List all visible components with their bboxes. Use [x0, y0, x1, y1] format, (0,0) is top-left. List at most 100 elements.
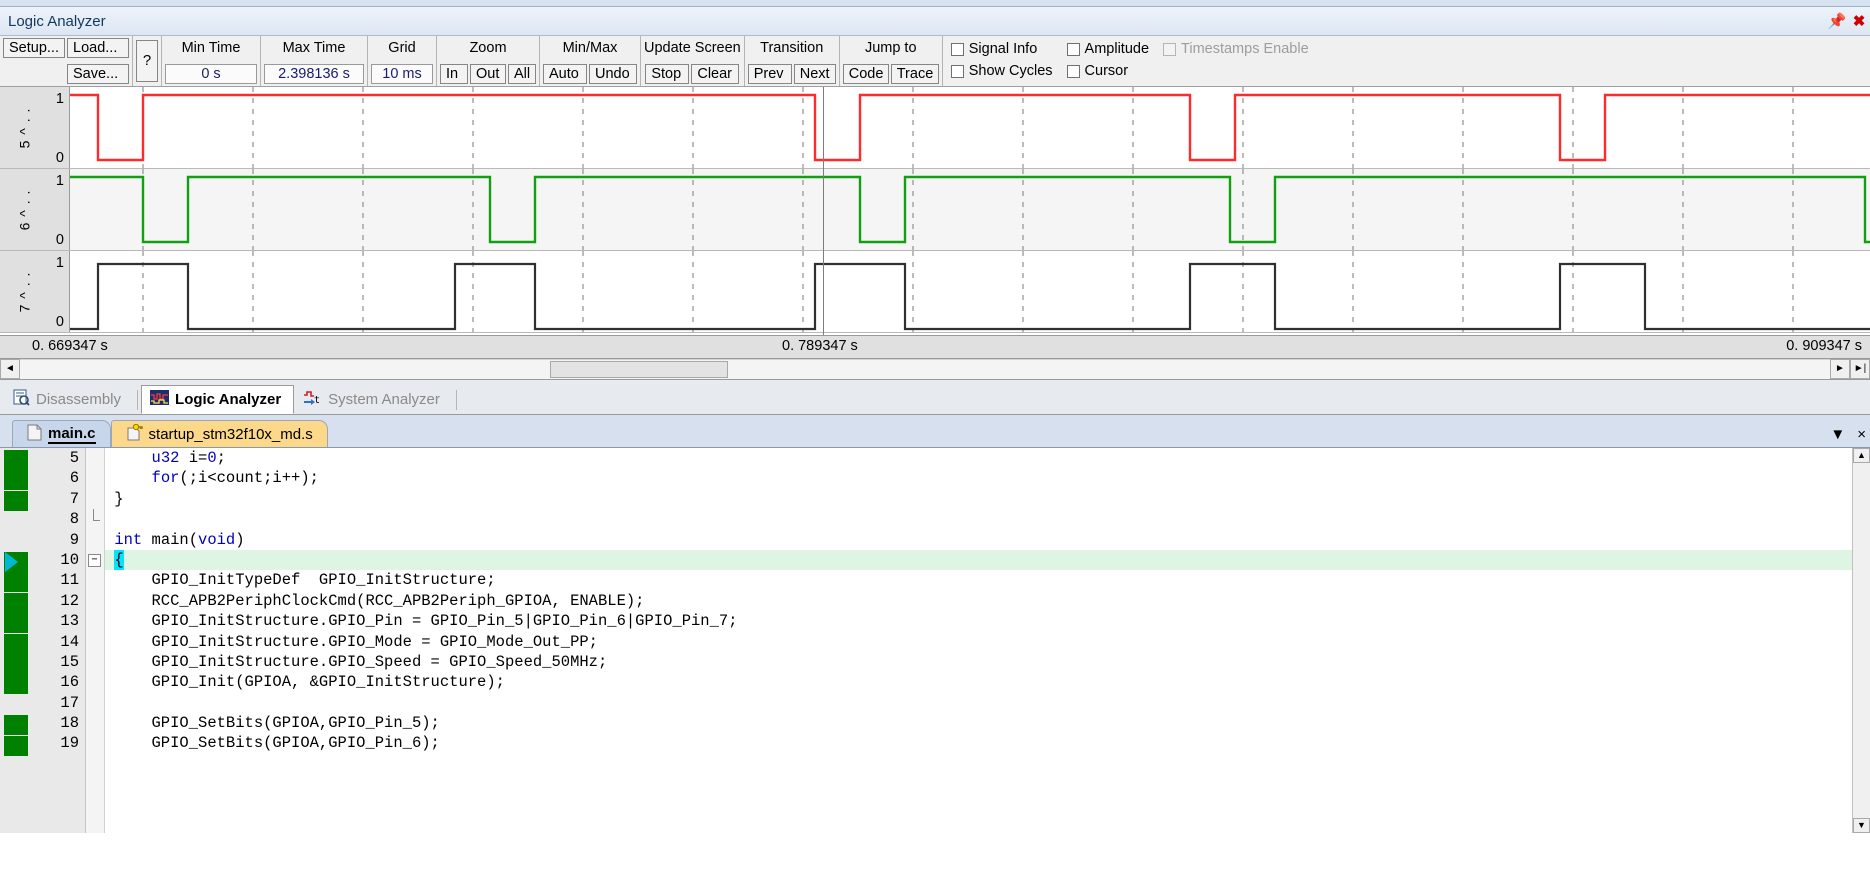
show-cycles-checkbox-row[interactable]: Show Cycles — [950, 61, 1053, 81]
jump-to-trace-button[interactable]: Trace — [890, 64, 939, 84]
scroll-right-button[interactable]: ► — [1830, 359, 1850, 379]
chevron-down-icon[interactable]: ▼ — [1830, 426, 1845, 443]
waveform-svg-ch6 — [70, 169, 1870, 250]
pin-icon[interactable]: 📌 — [1826, 12, 1848, 30]
update-screen-group: Update Screen Stop Clear — [641, 36, 745, 86]
code-line[interactable] — [105, 509, 1852, 529]
max-time-field[interactable]: 2.398136 s — [264, 64, 364, 84]
scroll-end-button[interactable]: ►| — [1850, 359, 1870, 379]
min-time-field[interactable]: 0 s — [165, 64, 257, 84]
scroll-thumb[interactable] — [550, 361, 728, 378]
waveform-plot-ch7[interactable] — [70, 251, 1870, 332]
code-text[interactable]: u32 i=0; for(;i<count;i++); } int main(v… — [105, 448, 1852, 833]
breakpoint-marker[interactable] — [4, 470, 28, 491]
fold-cell[interactable]: − — [86, 550, 104, 570]
editor-tab-main-c[interactable]: main.c — [12, 420, 111, 447]
signal-info-checkbox[interactable] — [950, 42, 964, 56]
code-line[interactable]: GPIO_Init(GPIOA, &GPIO_InitStructure); — [105, 672, 1852, 692]
close-icon[interactable]: ✖ — [1848, 12, 1870, 30]
scroll-down-button[interactable]: ▼ — [1853, 818, 1870, 833]
zoom-out-button[interactable]: Out — [470, 64, 506, 84]
waveform-row-ch5[interactable]: 5 ^ . . 1 0 — [0, 87, 1870, 169]
timestamps-spacer — [1163, 61, 1309, 81]
fold-cell — [86, 591, 104, 611]
cursor-checkbox-row[interactable]: Cursor — [1066, 61, 1149, 81]
cursor-line[interactable] — [823, 87, 824, 335]
tab-disassembly[interactable]: Disassembly — [4, 385, 134, 414]
amplitude-checkbox-row[interactable]: Amplitude — [1066, 39, 1149, 59]
close-icon[interactable]: × — [1857, 426, 1866, 443]
minmax-undo-button[interactable]: Undo — [589, 64, 637, 84]
zoom-all-button[interactable]: All — [508, 64, 536, 84]
transition-prev-button[interactable]: Prev — [747, 64, 792, 84]
signal-info-checkbox-row[interactable]: Signal Info — [950, 39, 1053, 59]
breakpoint-marker[interactable] — [4, 654, 28, 674]
breakpoint-gutter[interactable] — [0, 448, 28, 833]
cursor-checkbox[interactable] — [1066, 64, 1080, 78]
code-line[interactable]: GPIO_SetBits(GPIOA,GPIO_Pin_5); — [105, 713, 1852, 733]
waveform-plot-ch5[interactable] — [70, 87, 1870, 168]
channel-label-ch6[interactable]: 6 ^ . . 1 0 — [0, 169, 70, 250]
transition-next-button[interactable]: Next — [793, 64, 836, 84]
editor-tab-startup-s-label: startup_stm32f10x_md.s — [148, 425, 313, 443]
code-line[interactable]: int main(void) — [105, 530, 1852, 550]
code-line[interactable]: GPIO_InitStructure.GPIO_Pin = GPIO_Pin_5… — [105, 611, 1852, 631]
waveform-svg-ch7 — [70, 251, 1870, 332]
amplitude-checkbox[interactable] — [1066, 42, 1080, 56]
code-line[interactable]: } — [105, 489, 1852, 509]
jump-to-code-button[interactable]: Code — [842, 64, 889, 84]
scroll-track[interactable] — [20, 359, 1830, 379]
update-stop-button[interactable]: Stop — [645, 64, 690, 84]
waveform-plot-ch6[interactable] — [70, 169, 1870, 250]
breakpoint-marker[interactable] — [4, 633, 28, 654]
editor-tab-startup-s[interactable]: startup_stm32f10x_md.s — [110, 420, 328, 447]
setup-button[interactable]: Setup... — [3, 38, 65, 58]
code-fold-gutter[interactable]: − — [86, 448, 105, 833]
grid-label: Grid — [388, 40, 416, 56]
code-line[interactable]: GPIO_InitStructure.GPIO_Speed = GPIO_Spe… — [105, 652, 1852, 672]
show-cycles-checkbox[interactable] — [950, 64, 964, 78]
fold-minus-icon[interactable]: − — [88, 553, 101, 567]
line-number: 10 — [60, 550, 79, 569]
channel-label-ch5[interactable]: 5 ^ . . 1 0 — [0, 87, 70, 168]
code-line[interactable]: GPIO_InitTypeDef GPIO_InitStructure; — [105, 570, 1852, 590]
breakpoint-marker[interactable] — [4, 715, 28, 736]
update-clear-button[interactable]: Clear — [691, 64, 740, 84]
editor-vertical-scrollbar[interactable]: ▲ ▼ — [1852, 448, 1870, 833]
timestamps-enable-checkbox — [1163, 42, 1177, 56]
code-line[interactable] — [105, 693, 1852, 713]
code-line[interactable]: GPIO_SetBits(GPIOA,GPIO_Pin_6); — [105, 733, 1852, 753]
minmax-auto-button[interactable]: Auto — [543, 64, 587, 84]
waveform-row-ch7[interactable]: 7 ^ . . 1 0 — [0, 251, 1870, 333]
zoom-in-button[interactable]: In — [440, 64, 468, 84]
code-line[interactable]: u32 i=0; — [105, 448, 1852, 468]
waveform-area[interactable]: 5 ^ . . 1 0 6 ^ . . 1 0 7 ^ . . 1 0 — [0, 87, 1870, 336]
load-button[interactable]: Load... — [67, 38, 129, 58]
code-line[interactable]: for(;i<count;i++); — [105, 468, 1852, 488]
waveform-row-ch6[interactable]: 6 ^ . . 1 0 — [0, 169, 1870, 251]
horizontal-scrollbar[interactable]: ◄ ► ►| — [0, 359, 1870, 380]
scroll-up-button[interactable]: ▲ — [1853, 448, 1870, 463]
minmax-label: Min/Max — [562, 40, 618, 56]
editor-tab-main-c-label: main.c — [48, 424, 96, 444]
code-line[interactable]: { — [105, 549, 1852, 571]
tab-logic-analyzer[interactable]: Logic Analyzer — [141, 385, 295, 414]
breakpoint-marker[interactable] — [4, 450, 28, 470]
grid-field[interactable]: 10 ms — [371, 64, 433, 84]
minmax-group: Min/Max Auto Undo — [540, 36, 641, 86]
code-area[interactable]: 5 6 7 8 9 10 11 12 13 14 15 16 17 18 19 − u32 i=0; for… — [0, 447, 1870, 833]
code-line[interactable]: GPIO_InitStructure.GPIO_Mode = GPIO_Mode… — [105, 632, 1852, 652]
scroll-left-button[interactable]: ◄ — [0, 359, 20, 379]
breakpoint-marker[interactable] — [4, 735, 28, 756]
help-button[interactable]: ? — [136, 40, 158, 82]
breakpoint-marker[interactable] — [4, 674, 28, 695]
code-line[interactable]: RCC_APB2PeriphClockCmd(RCC_APB2Periph_GP… — [105, 591, 1852, 611]
breakpoint-marker[interactable] — [4, 572, 28, 593]
breakpoint-marker[interactable] — [4, 490, 28, 511]
channel-label-ch7[interactable]: 7 ^ . . 1 0 — [0, 251, 70, 332]
breakpoint-marker[interactable] — [4, 592, 28, 613]
breakpoint-marker[interactable] — [4, 613, 28, 634]
tab-system-analyzer[interactable]: t System Analyzer — [294, 385, 453, 414]
save-button[interactable]: Save... — [67, 64, 129, 84]
channel-low-label-ch7: 0 — [55, 314, 64, 330]
